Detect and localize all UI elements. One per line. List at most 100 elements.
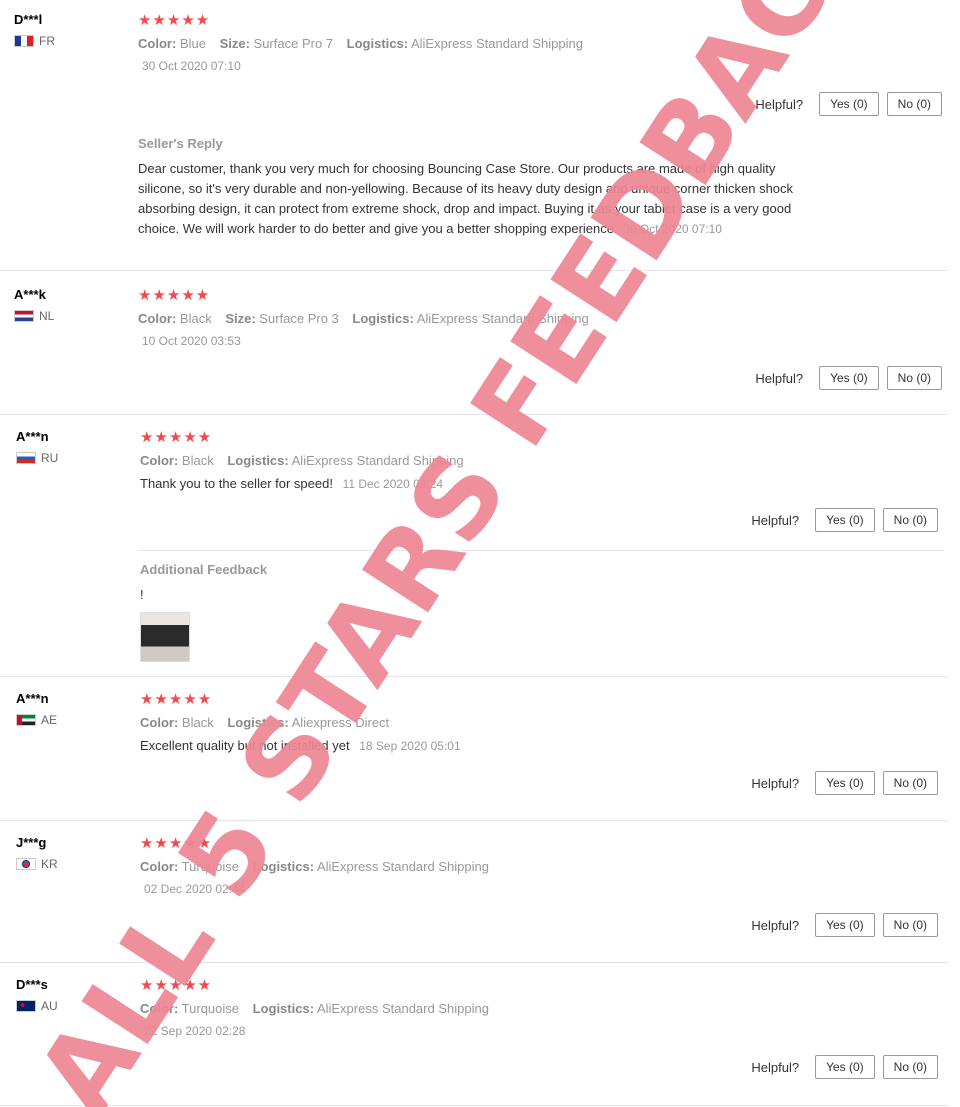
flag-icon (16, 452, 36, 464)
logistics-label: Logistics: (227, 453, 289, 468)
reviewer-name: J***g (16, 835, 47, 850)
color-value: Turquoise (181, 1001, 239, 1016)
country-code: AU (41, 999, 58, 1013)
review-date: 18 Sep 2020 05:01 (359, 739, 461, 753)
color-value: Black (181, 453, 214, 468)
logistics-value: AliExpress Standard Shipping (416, 311, 589, 326)
country-code: FR (39, 34, 55, 48)
review-content: ★★★★★ Color: Black Logistics: AliExpress… (140, 429, 948, 491)
flag-icon (16, 714, 36, 726)
helpful-controls: Helpful? Yes (0) No (0) (751, 508, 938, 532)
reviewer-name: D***l (14, 12, 43, 27)
reviewer-info: D***s AU (16, 977, 58, 1013)
helpful-controls: Helpful? Yes (0) No (0) (751, 913, 938, 937)
additional-feedback-title: Additional Feedback (140, 562, 268, 577)
country-code: KR (41, 857, 58, 871)
feedback-photo-thumbnail[interactable] (140, 612, 190, 662)
reviewer-country: NL (14, 309, 54, 323)
helpful-no-button[interactable]: No (0) (886, 366, 942, 390)
rating-stars: ★★★★★ (140, 977, 213, 994)
seller-reply-title: Seller's Reply (138, 136, 223, 151)
helpful-yes-button[interactable]: Yes (0) (819, 366, 879, 390)
seller-reply-body: Dear customer, thank you very much for c… (138, 159, 808, 239)
reviewer-name: A***n (16, 691, 49, 706)
rating-stars: ★★★★★ (138, 12, 211, 29)
review-text-row: Thank you to the seller for speed! 11 De… (140, 476, 948, 491)
additional-feedback-text: ! (140, 587, 144, 602)
rating-stars: ★★★★★ (138, 287, 211, 304)
flag-icon (16, 858, 36, 870)
review-content: ★★★★★ Color: Turquoise Logistics: AliExp… (140, 977, 948, 1038)
reviewer-info: D***l FR (14, 12, 55, 48)
review-meta: Color: Black Logistics: AliExpress Stand… (140, 453, 948, 468)
review-date: 02 Dec 2020 02:44 (144, 882, 246, 896)
helpful-controls: Helpful? Yes (0) No (0) (755, 366, 942, 390)
flag-icon (14, 35, 34, 47)
size-value: Surface Pro 7 (253, 36, 334, 51)
review-item: J***g KR ★★★★★ Color: Turquoise Logistic… (0, 821, 948, 963)
review-content: ★★★★★ Color: Turquoise Logistics: AliExp… (140, 835, 948, 896)
seller-reply: Seller's Reply Dear customer, thank you … (138, 136, 808, 239)
helpful-label: Helpful? (751, 775, 800, 791)
helpful-label: Helpful? (755, 96, 804, 112)
helpful-yes-button[interactable]: Yes (0) (815, 508, 875, 532)
review-meta: Color: Black Logistics: Aliexpress Direc… (140, 715, 948, 730)
logistics-label: Logistics: (252, 1001, 315, 1016)
color-label: Color: (140, 453, 179, 468)
review-item: D***l FR ★★★★★ Color: Blue Size: Surface… (0, 0, 948, 271)
helpful-label: Helpful? (751, 512, 800, 528)
review-item: A***n RU ★★★★★ Color: Black Logistics: A… (0, 415, 948, 677)
reviewer-name: D***s (16, 977, 48, 992)
additional-feedback-divider (138, 550, 944, 551)
reviewer-country: KR (16, 857, 58, 871)
reviewer-country: FR (14, 34, 55, 48)
review-content: ★★★★★ Color: Black Logistics: Aliexpress… (140, 691, 948, 753)
helpful-yes-button[interactable]: Yes (0) (815, 771, 875, 795)
helpful-yes-button[interactable]: Yes (0) (815, 1055, 875, 1079)
review-meta: Color: Turquoise Logistics: AliExpress S… (140, 1001, 948, 1016)
helpful-no-button[interactable]: No (0) (882, 913, 938, 937)
size-label: Size: (225, 311, 256, 326)
reviewer-info: A***n RU (16, 429, 58, 465)
logistics-label: Logistics: (252, 859, 315, 874)
size-value: Surface Pro 3 (259, 311, 339, 326)
helpful-yes-button[interactable]: Yes (0) (819, 92, 879, 116)
review-item: D***s AU ★★★★★ Color: Turquoise Logistic… (0, 963, 948, 1106)
helpful-label: Helpful? (751, 917, 800, 933)
reviewer-name: A***n (16, 429, 49, 444)
country-code: RU (41, 451, 59, 465)
color-value: Turquoise (181, 859, 239, 874)
helpful-yes-button[interactable]: Yes (0) (815, 913, 875, 937)
logistics-value: AliExpress Standard Shipping (410, 36, 583, 51)
rating-stars: ★★★★★ (140, 429, 213, 446)
helpful-label: Helpful? (751, 1059, 800, 1075)
logistics-label: Logistics: (352, 311, 414, 326)
review-item: A***n AE ★★★★★ Color: Black Logistics: A… (0, 677, 948, 821)
flag-icon (14, 310, 34, 322)
helpful-no-button[interactable]: No (0) (882, 1055, 938, 1079)
color-label: Color: (140, 859, 179, 874)
color-label: Color: (140, 715, 179, 730)
review-meta: Color: Black Size: Surface Pro 3 Logisti… (138, 311, 948, 326)
color-label: Color: (138, 311, 177, 326)
reviewer-info: A***k NL (14, 287, 54, 323)
helpful-label: Helpful? (755, 370, 804, 386)
logistics-value: AliExpress Standard Shipping (316, 859, 489, 874)
seller-reply-date: 30 Oct 2020 07:10 (623, 222, 722, 236)
reviewer-info: A***n AE (16, 691, 57, 727)
color-value: Black (179, 311, 212, 326)
country-code: NL (39, 309, 55, 323)
helpful-no-button[interactable]: No (0) (882, 771, 938, 795)
reviewer-name: A***k (14, 287, 46, 302)
review-meta: Color: Turquoise Logistics: AliExpress S… (140, 859, 948, 874)
size-label: Size: (219, 36, 250, 51)
review-content: ★★★★★ Color: Black Size: Surface Pro 3 L… (138, 287, 948, 348)
review-meta: Color: Blue Size: Surface Pro 7 Logistic… (138, 36, 948, 51)
reviewer-country: AE (16, 713, 57, 727)
additional-feedback: Additional Feedback ! (140, 562, 267, 662)
color-label: Color: (140, 1001, 179, 1016)
review-content: ★★★★★ Color: Blue Size: Surface Pro 7 Lo… (138, 12, 948, 73)
helpful-no-button[interactable]: No (0) (882, 508, 938, 532)
helpful-no-button[interactable]: No (0) (886, 92, 942, 116)
flag-icon (16, 1000, 36, 1012)
